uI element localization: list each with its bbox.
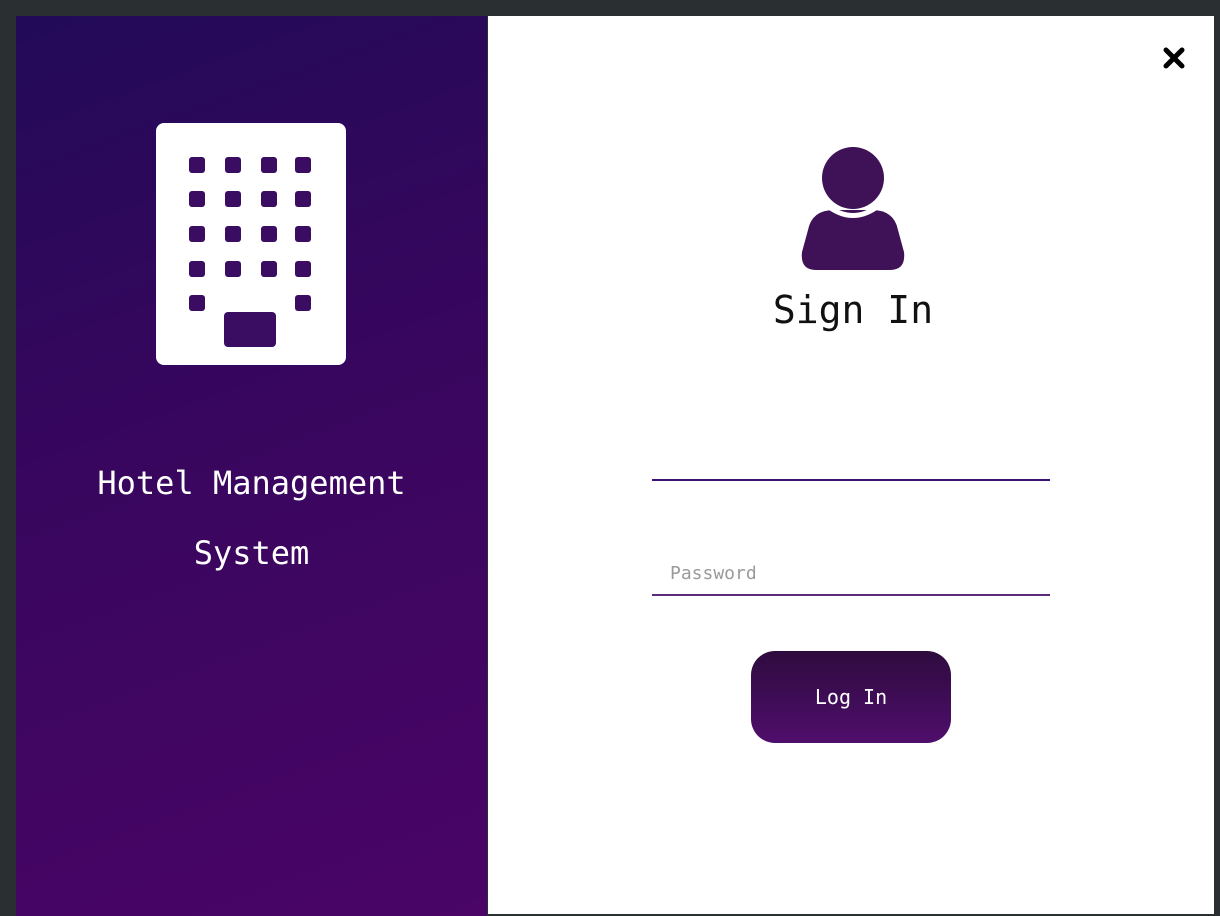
- login-button[interactable]: Log In: [751, 651, 951, 743]
- close-icon[interactable]: [1160, 44, 1188, 72]
- building-icon: [156, 123, 346, 365]
- username-field[interactable]: [652, 437, 1050, 481]
- login-window: Hotel Management System Sign In Log In: [7, 8, 1214, 916]
- signin-title: Sign In: [772, 288, 934, 332]
- user-icon: [801, 147, 905, 270]
- app-title: Hotel Management System: [97, 464, 406, 572]
- password-field[interactable]: [652, 552, 1050, 596]
- signin-panel: Sign In Log In: [488, 16, 1214, 914]
- branding-panel: Hotel Management System: [16, 16, 487, 916]
